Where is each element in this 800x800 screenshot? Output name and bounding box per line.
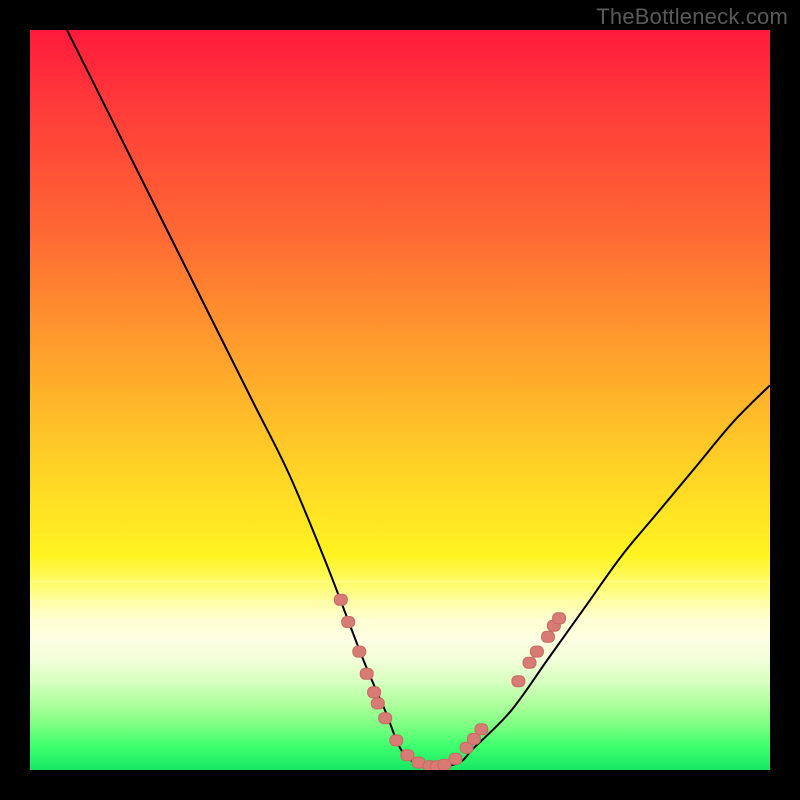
- curve-marker: [334, 594, 347, 605]
- curve-marker: [431, 761, 444, 770]
- curve-marker: [342, 617, 355, 628]
- curve-marker: [512, 676, 525, 687]
- curve-marker: [547, 620, 560, 631]
- curve-svg: [30, 30, 770, 770]
- curve-marker: [379, 713, 392, 724]
- curve-marker: [438, 759, 451, 770]
- plot-area: [30, 30, 770, 770]
- curve-marker: [553, 613, 566, 624]
- curve-marker: [523, 657, 536, 668]
- curve-marker: [401, 750, 414, 761]
- curve-marker: [353, 646, 366, 657]
- curve-marker: [468, 733, 481, 744]
- curve-marker: [368, 687, 381, 698]
- curve-marker: [449, 753, 462, 764]
- curve-marker: [390, 735, 403, 746]
- curve-marker: [460, 742, 473, 753]
- lower-stripe-band: [30, 578, 770, 756]
- curve-marker: [423, 761, 436, 770]
- bottleneck-curve: [67, 30, 770, 766]
- curve-marker: [412, 757, 425, 768]
- curve-marker: [371, 698, 384, 709]
- curve-marker: [475, 724, 488, 735]
- curve-marker: [360, 668, 373, 679]
- curve-marker: [542, 631, 555, 642]
- curve-marker: [530, 646, 543, 657]
- chart-frame: TheBottleneck.com: [0, 0, 800, 800]
- curve-markers: [334, 594, 565, 770]
- watermark-text: TheBottleneck.com: [596, 4, 788, 30]
